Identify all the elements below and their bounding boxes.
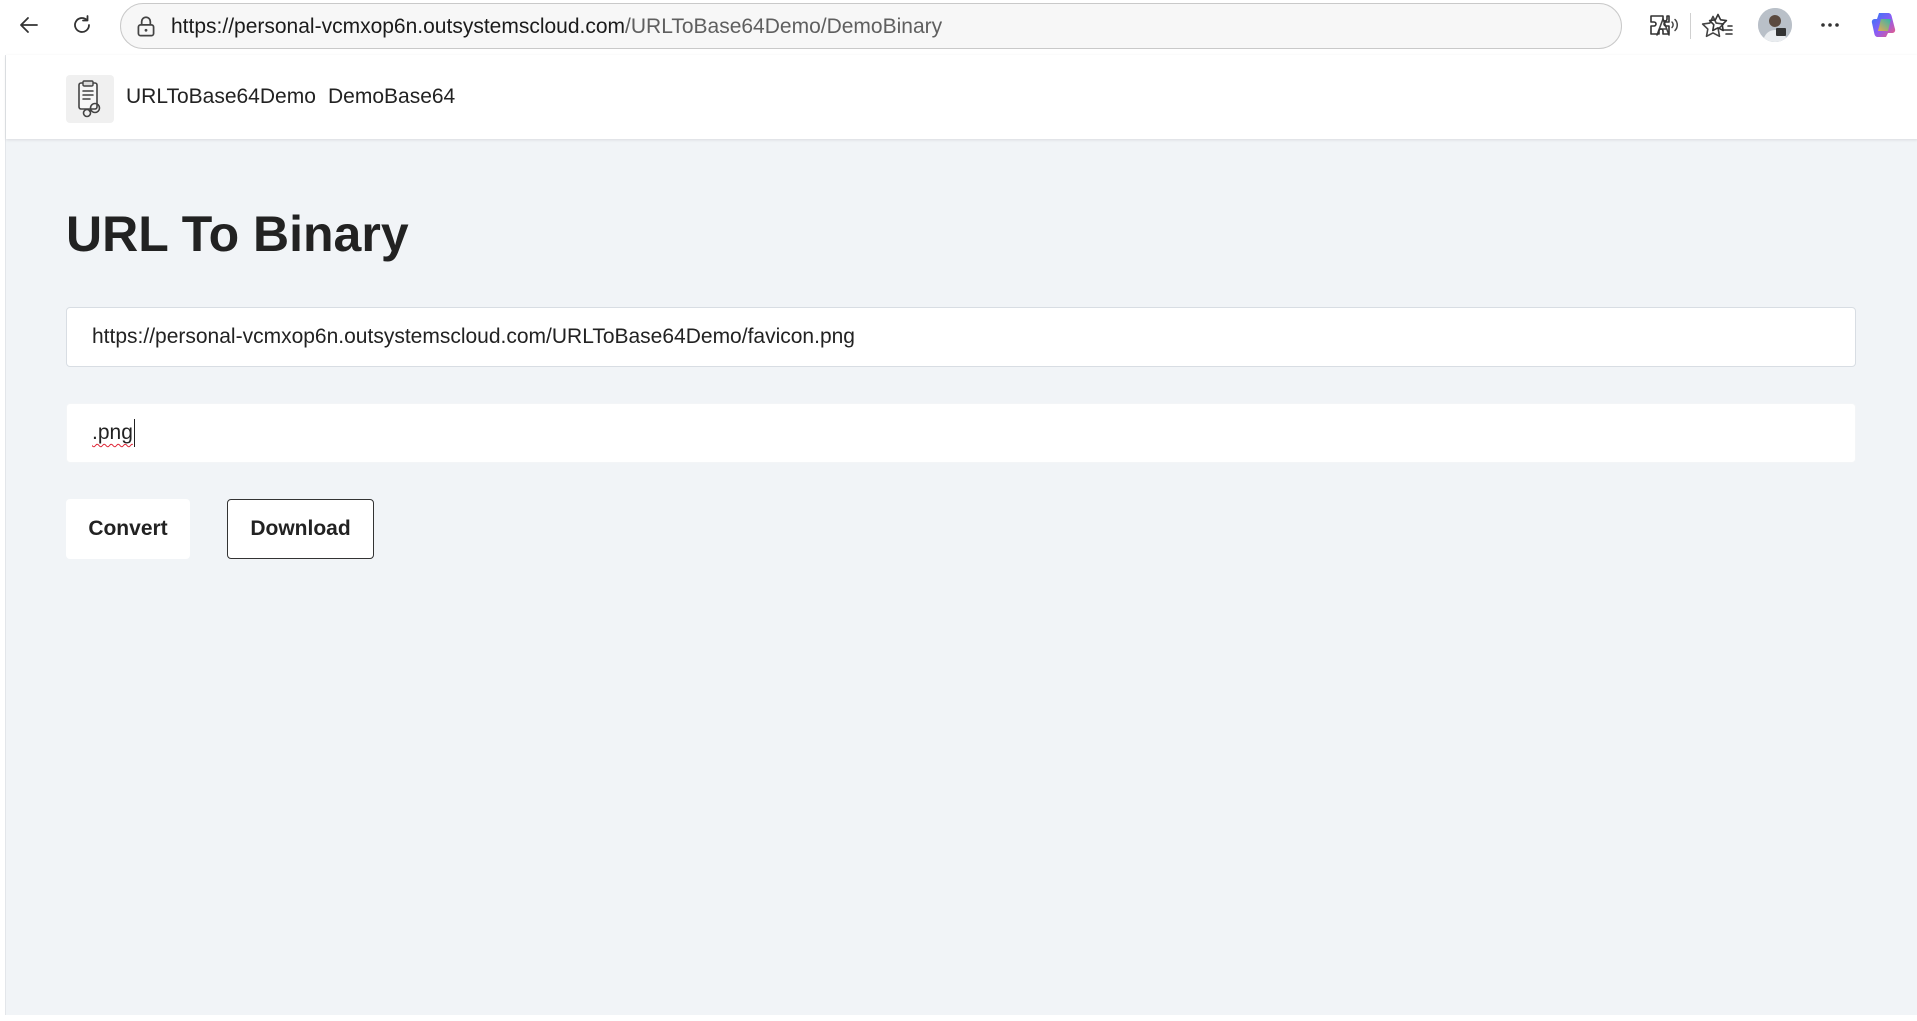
url-path: /URLToBase64Demo/DemoBinary — [625, 15, 943, 38]
copilot-icon — [1871, 13, 1896, 37]
more-options-icon — [1821, 23, 1839, 27]
text-caret — [133, 419, 136, 447]
avatar-icon — [1758, 8, 1792, 42]
app-logo-icon — [78, 80, 101, 118]
address-bar[interactable]: https://personal-vcmxop6n.outsystemsclou… — [120, 3, 1725, 49]
url-input-value: https://personal-vcmxop6n.outsystemsclou… — [92, 325, 855, 348]
extensions-icon — [1650, 15, 1670, 35]
url-input[interactable]: https://personal-vcmxop6n.outsystemsclou… — [66, 307, 1856, 367]
copilot-button[interactable] — [1868, 8, 1902, 42]
back-icon — [20, 17, 38, 33]
menu-link-demobase64[interactable]: DemoBase64 — [328, 85, 455, 109]
favorites-button[interactable] — [1704, 8, 1738, 42]
page-viewport: URLToBase64Demo DemoBase64 URL To Binary… — [5, 55, 1917, 1015]
profile-avatar[interactable] — [1758, 8, 1792, 42]
app-header: URLToBase64Demo DemoBase64 — [6, 55, 1917, 139]
app-name[interactable]: URLToBase64Demo — [126, 85, 316, 109]
refresh-icon — [74, 15, 90, 33]
more-options-button[interactable] — [1813, 8, 1847, 42]
url-host: https://personal-vcmxop6n.outsystemsclou… — [171, 15, 626, 38]
refresh-button[interactable] — [63, 6, 101, 44]
page-title: URL To Binary — [66, 206, 409, 262]
toolbar-separator — [1690, 13, 1691, 39]
url-text[interactable]: https://personal-vcmxop6n.outsystemsclou… — [171, 15, 942, 39]
extensions-button[interactable] — [1643, 8, 1677, 42]
download-button[interactable]: Download — [227, 499, 374, 559]
app-logo[interactable] — [66, 75, 114, 123]
extension-input[interactable]: .png — [66, 403, 1856, 463]
browser-toolbar: https://personal-vcmxop6n.outsystemsclou… — [0, 0, 1917, 50]
lock-icon[interactable] — [133, 14, 159, 40]
back-button[interactable] — [10, 6, 48, 44]
favorites-icon — [1708, 13, 1733, 35]
extension-input-value: .png — [92, 421, 133, 444]
convert-button[interactable]: Convert — [66, 499, 190, 559]
